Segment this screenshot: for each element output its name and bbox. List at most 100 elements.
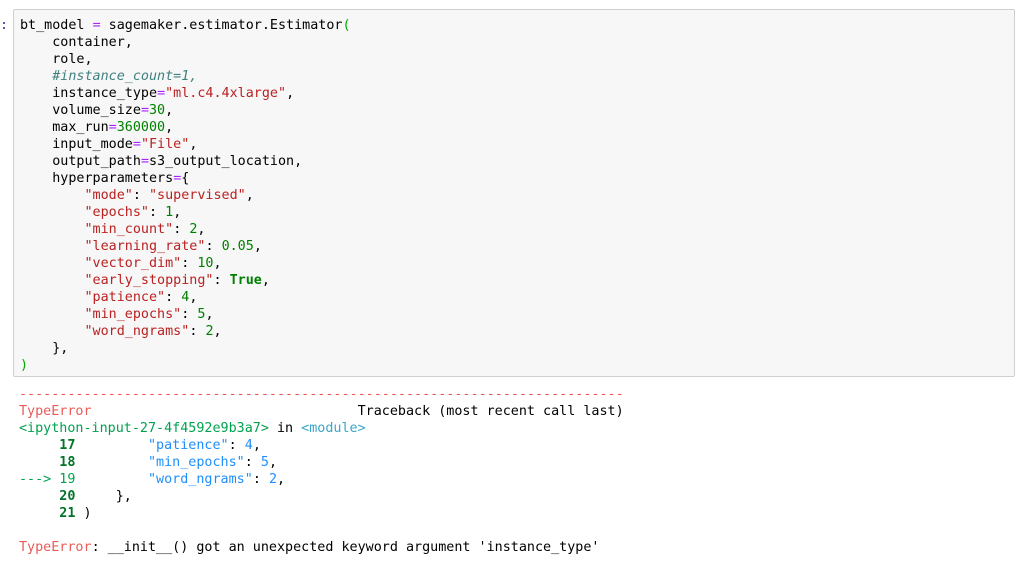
code-token: s3_output_location, [149,154,303,169]
code-line: role, [20,51,351,68]
code-token: "patience" [84,290,166,305]
code-token: volume_size [20,103,141,118]
code-token: <ipython-input-27-4f4592e9b3a7> [19,421,269,436]
code-token: , [261,273,270,288]
code-token: = [140,103,149,118]
code-token: 18 [19,455,76,470]
code-token: }, [20,341,69,356]
code-line: output_path=s3_output_location, [20,153,351,170]
code-token: TypeError [19,404,92,419]
code-token: 5 [260,455,269,470]
code-token: role, [20,52,93,67]
code-token: , [189,137,198,152]
code-token: = [140,154,149,169]
code-token: , [245,188,254,203]
code-token: "patience" [148,438,229,453]
output-line: ---> 19 "word_ngrams": 2, [19,471,624,488]
code-token: "epochs" [84,205,150,220]
code-token: : [244,455,261,470]
code-line: "epochs": 1, [20,204,351,221]
code-token: = [157,86,166,101]
code-line: "mode": "supervised", [20,187,351,204]
cell-output-traceback: ----------------------------------------… [19,386,624,556]
code-token: input_mode [20,137,133,152]
code-line: hyperparameters={ [20,170,351,187]
code-token: : [173,222,190,237]
code-token: bt_model [20,18,93,33]
code-line: max_run=360000, [20,119,351,136]
code-token: : [252,472,269,487]
code-token: , [165,103,174,118]
code-line: "vector_dim": 10, [20,255,351,272]
code-token: <module> [301,421,366,436]
code-line: #instance_count=1, [20,68,351,85]
cell-prompt: : [0,18,9,33]
code-token: : [189,324,206,339]
code-token: : [132,188,149,203]
code-token: , [268,455,277,470]
code-token: : __init__() got an unexpected keyword a… [91,540,600,555]
code-token: , [189,290,198,305]
code-line: bt_model = sagemaker.estimator.Estimator… [20,17,351,34]
code-token: 30 [149,103,166,118]
code-token: 2 [205,324,214,339]
code-line: "min_count": 2, [20,221,351,238]
code-token: "File" [140,137,190,152]
code-token: , [277,472,286,487]
code-line: "word_ngrams": 2, [20,323,351,340]
output-line: 18 "min_epochs": 5, [19,454,624,471]
output-line: TypeError Traceback (most recent call la… [19,403,624,420]
code-token: : [165,290,182,305]
code-cell-input[interactable]: bt_model = sagemaker.estimator.Estimator… [13,9,1015,377]
code-token: , [252,438,261,453]
output-line: 21 ) [19,505,624,522]
code-token: = [92,18,101,33]
code-token: output_path [20,154,141,169]
code-line: input_mode="File", [20,136,351,153]
code-token: "mode" [84,188,133,203]
code-token: "early_stopping" [84,273,214,288]
code-line: "learning_rate": 0.05, [20,238,351,255]
code-token: { [181,171,190,186]
code-token: 20 [19,489,76,504]
code-token: ) [75,506,92,521]
output-line: 17 "patience": 4, [19,437,624,454]
code-token: 2 [268,472,277,487]
code-token: "min_epochs" [148,455,245,470]
code-token: = [108,120,117,135]
code-token: , [173,205,182,220]
code-token: "min_epochs" [84,307,182,322]
code-token: "vector_dim" [84,256,182,271]
code-token: ----------------------------------------… [19,387,624,402]
code-token: hyperparameters [20,171,174,186]
code-token: max_run [20,120,109,135]
output-line: ----------------------------------------… [19,386,624,403]
code-token: "ml.c4.4xlarge" [165,86,287,101]
code-line: "min_epochs": 5, [20,306,351,323]
code-token: , [165,120,174,135]
code-token: = [132,137,141,152]
output-line: TypeError: __init__() got an unexpected … [19,539,624,556]
code-token: , [213,256,222,271]
code-token: 17 [19,438,76,453]
code-token: "min_count" [84,222,174,237]
code-token: , [213,324,222,339]
code-token: : [181,256,198,271]
code-editor[interactable]: bt_model = sagemaker.estimator.Estimator… [20,17,351,374]
code-token: , [205,307,214,322]
code-token: 1 [165,205,174,220]
code-token: , [253,239,262,254]
code-token: }, [75,489,132,504]
code-token: sagemaker.estimator.Estimator [100,18,343,33]
